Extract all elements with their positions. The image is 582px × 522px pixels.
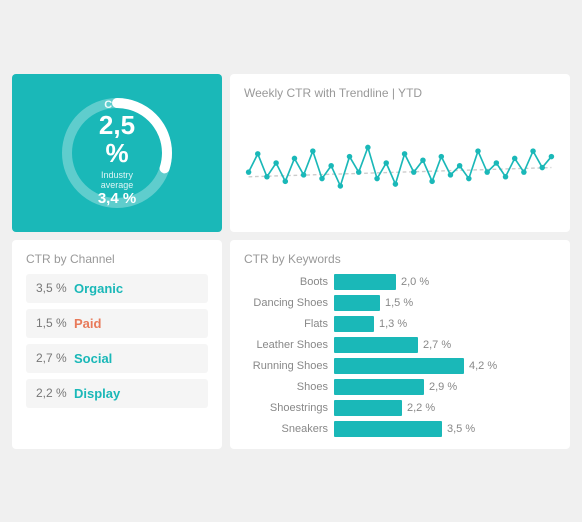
- keyword-row: Dancing Shoes 1,5 %: [244, 295, 556, 311]
- channel-pct: 1,5 %: [36, 316, 74, 330]
- keyword-bar: [334, 379, 424, 395]
- keyword-bar-wrap: 2,7 %: [334, 337, 556, 353]
- keyword-bar: [334, 316, 374, 332]
- channel-pct: 2,2 %: [36, 386, 74, 400]
- channel-item: 2,2 % Display: [26, 379, 208, 408]
- channel-name: Social: [74, 351, 112, 366]
- gauge-label: CTR: [85, 98, 150, 110]
- line-chart-svg: [244, 108, 556, 218]
- keyword-pct: 1,3 %: [379, 318, 407, 330]
- channel-item: 3,5 % Organic: [26, 274, 208, 303]
- gauge-text: CTR 2,5 % Industry average 3,4 %: [85, 98, 150, 206]
- channel-pct: 3,5 %: [36, 281, 74, 295]
- ctr-gauge-card: CTR 2,5 % Industry average 3,4 %: [12, 74, 222, 232]
- channel-list: 3,5 % Organic 1,5 % Paid 2,7 % Social 2,…: [26, 274, 208, 408]
- keyword-row: Boots 2,0 %: [244, 274, 556, 290]
- keyword-label: Shoes: [244, 381, 334, 393]
- channel-title: CTR by Channel: [26, 252, 208, 266]
- keyword-bar-wrap: 2,2 %: [334, 400, 556, 416]
- channel-item: 1,5 % Paid: [26, 309, 208, 338]
- keyword-bar-wrap: 2,0 %: [334, 274, 556, 290]
- keyword-bar: [334, 421, 442, 437]
- keyword-pct: 2,9 %: [429, 381, 457, 393]
- keyword-pct: 4,2 %: [469, 360, 497, 372]
- keyword-bar: [334, 358, 464, 374]
- keyword-pct: 3,5 %: [447, 423, 475, 435]
- keyword-row: Running Shoes 4,2 %: [244, 358, 556, 374]
- keyword-label: Running Shoes: [244, 360, 334, 372]
- keyword-bar-wrap: 4,2 %: [334, 358, 556, 374]
- keyword-pct: 1,5 %: [385, 297, 413, 309]
- keyword-row: Sneakers 3,5 %: [244, 421, 556, 437]
- keyword-bar-wrap: 3,5 %: [334, 421, 556, 437]
- keyword-label: Boots: [244, 276, 334, 288]
- keyword-bar: [334, 337, 418, 353]
- gauge-container: CTR 2,5 % Industry average 3,4 %: [52, 88, 182, 218]
- keyword-bar-wrap: 1,5 %: [334, 295, 556, 311]
- keyword-row: Flats 1,3 %: [244, 316, 556, 332]
- gauge-avg-value: 3,4 %: [85, 190, 150, 207]
- channel-card: CTR by Channel 3,5 % Organic 1,5 % Paid …: [12, 240, 222, 449]
- keyword-bar-wrap: 1,3 %: [334, 316, 556, 332]
- keyword-pct: 2,0 %: [401, 276, 429, 288]
- keyword-bar: [334, 400, 402, 416]
- channel-pct: 2,7 %: [36, 351, 74, 365]
- weekly-ctr-chart: [244, 108, 556, 218]
- channel-name: Display: [74, 386, 120, 401]
- keyword-label: Flats: [244, 318, 334, 330]
- weekly-ctr-card: Weekly CTR with Trendline | YTD: [230, 74, 570, 232]
- channel-name: Organic: [74, 281, 123, 296]
- keyword-row: Shoestrings 2,2 %: [244, 400, 556, 416]
- keyword-pct: 2,7 %: [423, 339, 451, 351]
- keyword-label: Sneakers: [244, 423, 334, 435]
- keyword-row: Leather Shoes 2,7 %: [244, 337, 556, 353]
- keyword-row: Shoes 2,9 %: [244, 379, 556, 395]
- dashboard: CTR 2,5 % Industry average 3,4 % Weekly …: [4, 66, 578, 457]
- keywords-list: Boots 2,0 % Dancing Shoes 1,5 % Flats 1,…: [244, 274, 556, 437]
- weekly-ctr-title: Weekly CTR with Trendline | YTD: [244, 86, 556, 100]
- keyword-bar: [334, 295, 380, 311]
- gauge-avg-label: Industry average: [85, 170, 150, 190]
- keyword-label: Leather Shoes: [244, 339, 334, 351]
- gauge-value: 2,5 %: [85, 110, 150, 167]
- keyword-label: Dancing Shoes: [244, 297, 334, 309]
- channel-name: Paid: [74, 316, 101, 331]
- keyword-pct: 2,2 %: [407, 402, 435, 414]
- keywords-title: CTR by Keywords: [244, 252, 556, 266]
- channel-item: 2,7 % Social: [26, 344, 208, 373]
- keyword-label: Shoestrings: [244, 402, 334, 414]
- keyword-bar-wrap: 2,9 %: [334, 379, 556, 395]
- keyword-bar: [334, 274, 396, 290]
- keywords-card: CTR by Keywords Boots 2,0 % Dancing Shoe…: [230, 240, 570, 449]
